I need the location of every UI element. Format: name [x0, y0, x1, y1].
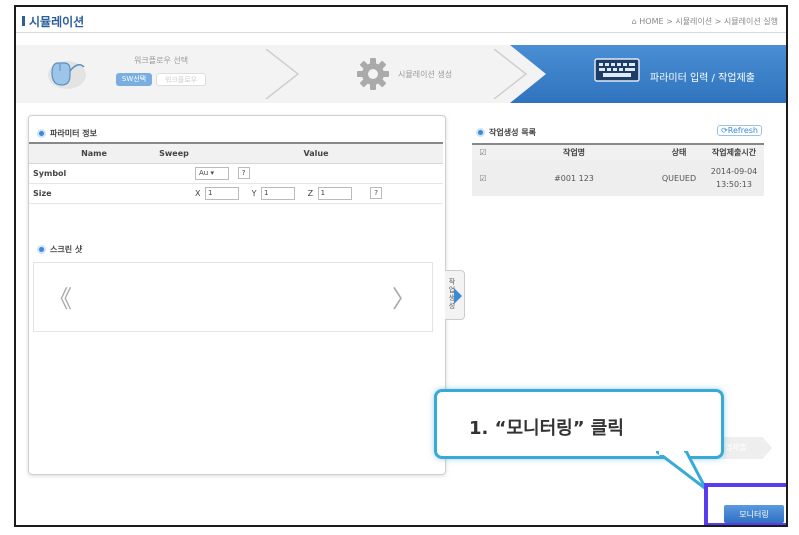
step-progress: 워크플로우 선택 SW선택 워크플로우 시뮬레이션 생성 파라미터 입력 / 작… — [16, 45, 786, 103]
job-submit-clock: 13:50:13 — [716, 180, 752, 189]
page-title: 시뮬레이션 — [29, 15, 85, 29]
col-sweep: Sweep — [159, 142, 189, 164]
job-status: QUEUED — [654, 160, 704, 196]
sweep-cell — [159, 163, 189, 184]
job-section-header: 작업생성 목록 — [476, 127, 536, 138]
param-name: Size — [29, 183, 159, 204]
next-arrow-icon[interactable]: 〉 — [392, 279, 416, 314]
arrow-right-icon — [454, 288, 462, 304]
page-header: 시뮬레이션 ⌂ HOME > 시뮬레이션 > 시뮬레이션 실행 — [16, 7, 786, 33]
job-name: #001 123 — [494, 160, 654, 196]
symbol-selected: Au — [199, 168, 209, 177]
bullet-icon — [476, 128, 485, 137]
screenshot-section-title: 스크린 샷 — [50, 245, 83, 254]
sweep-cell — [159, 183, 189, 204]
step-workflow-select[interactable]: 워크플로우 선택 SW선택 워크플로우 — [16, 45, 300, 103]
keyboard-icon — [594, 58, 640, 82]
table-header-row: ☑ 작업명 상태 작업제출시간 — [472, 143, 764, 160]
help-button[interactable]: ? — [370, 187, 383, 199]
parameter-panel: 파라미터 정보 Name Sweep Value Symbol Au ▾ ? S… — [28, 115, 446, 475]
instruction-callout: 1. “모니터링” 클릭 — [434, 389, 724, 459]
step-parameter-input[interactable]: 파라미터 입력 / 작업제출 — [510, 45, 786, 103]
value-cell: Au ▾ ? — [189, 163, 443, 184]
chevron-right-icon — [493, 49, 528, 99]
param-name: Symbol — [29, 163, 159, 184]
symbol-select[interactable]: Au ▾ — [195, 166, 229, 180]
refresh-button[interactable]: ⟳Refresh — [717, 125, 762, 136]
job-section-title: 작업생성 목록 — [489, 128, 536, 137]
y-input[interactable]: 1 — [261, 186, 296, 200]
job-create-tab[interactable]: 작업생성 — [445, 270, 465, 320]
refresh-label: Refresh — [727, 126, 758, 135]
job-table: ☑ 작업명 상태 작업제출시간 ☑ #001 123 QUEUED 2014-0… — [472, 143, 764, 196]
title-bar-marker — [22, 16, 25, 26]
table-row[interactable]: ☑ #001 123 QUEUED 2014-09-04 13:50:13 — [472, 160, 764, 196]
z-label: Z — [307, 188, 314, 198]
job-list-panel: 작업생성 목록 ⟳Refresh ☑ 작업명 상태 작업제출시간 ☑ #001 … — [472, 123, 764, 313]
parameter-section-header: 파라미터 정보 — [37, 128, 97, 139]
tab-sw-select[interactable]: SW선택 — [116, 73, 152, 86]
z-input[interactable]: 1 — [317, 186, 352, 200]
col-submit-time: 작업제출시간 — [704, 143, 764, 160]
monitoring-button[interactable]: 모니터링 — [724, 505, 784, 523]
callout-pointer — [656, 451, 708, 491]
bullet-icon — [37, 129, 46, 138]
job-submit-date: 2014-09-04 — [710, 167, 758, 176]
chevron-down-icon: ▾ — [210, 168, 214, 177]
screenshot-viewer: 《 〉 — [33, 262, 433, 332]
x-input[interactable]: 1 — [205, 186, 240, 200]
checkbox-icon: ☑ — [479, 173, 487, 183]
x-label: X — [195, 188, 201, 198]
y-label: Y — [251, 188, 257, 198]
parameter-table: Name Sweep Value Symbol Au ▾ ? Size X 1 … — [29, 142, 443, 204]
parameter-section-title: 파라미터 정보 — [50, 129, 97, 138]
step3-title: 파라미터 입력 / 작업제출 — [650, 73, 755, 84]
refresh-icon: ⟳ — [721, 126, 728, 135]
mouse-icon — [48, 61, 86, 89]
col-job-name: 작업명 — [494, 143, 654, 160]
col-value: Value — [189, 142, 443, 164]
step-simulation-create[interactable]: 시뮬레이션 생성 — [296, 45, 528, 103]
prev-arrow-icon[interactable]: 《 — [48, 279, 72, 314]
col-name: Name — [29, 142, 159, 164]
gear-icon — [357, 58, 389, 90]
callout-text: 1. “모니터링” 클릭 — [469, 418, 624, 439]
step1-title: 워크플로우 선택 — [134, 56, 189, 65]
screenshot-section-header: 스크린 샷 — [37, 244, 82, 255]
checkbox-icon: ☑ — [479, 148, 487, 157]
row-checkbox[interactable]: ☑ — [472, 160, 494, 196]
bullet-icon — [37, 245, 46, 254]
breadcrumb: ⌂ HOME > 시뮬레이션 > 시뮬레이션 실행 — [631, 17, 778, 26]
select-all-checkbox[interactable]: ☑ — [472, 143, 494, 160]
header-divider — [16, 32, 786, 33]
table-row: Size X 1 Y 1 Z 1 ? — [29, 183, 443, 204]
value-cell: X 1 Y 1 Z 1 ? — [189, 183, 443, 204]
tab-workflow[interactable]: 워크플로우 — [156, 73, 206, 86]
chevron-right-icon — [265, 49, 300, 99]
job-submit-time: 2014-09-04 13:50:13 — [704, 160, 764, 196]
step2-title: 시뮬레이션 생성 — [398, 70, 453, 79]
table-row: Symbol Au ▾ ? — [29, 163, 443, 184]
col-status: 상태 — [654, 143, 704, 160]
app-window: 시뮬레이션 ⌂ HOME > 시뮬레이션 > 시뮬레이션 실행 워크플로우 선택… — [14, 5, 788, 527]
help-button[interactable]: ? — [237, 167, 250, 179]
table-header-row: Name Sweep Value — [29, 142, 443, 164]
